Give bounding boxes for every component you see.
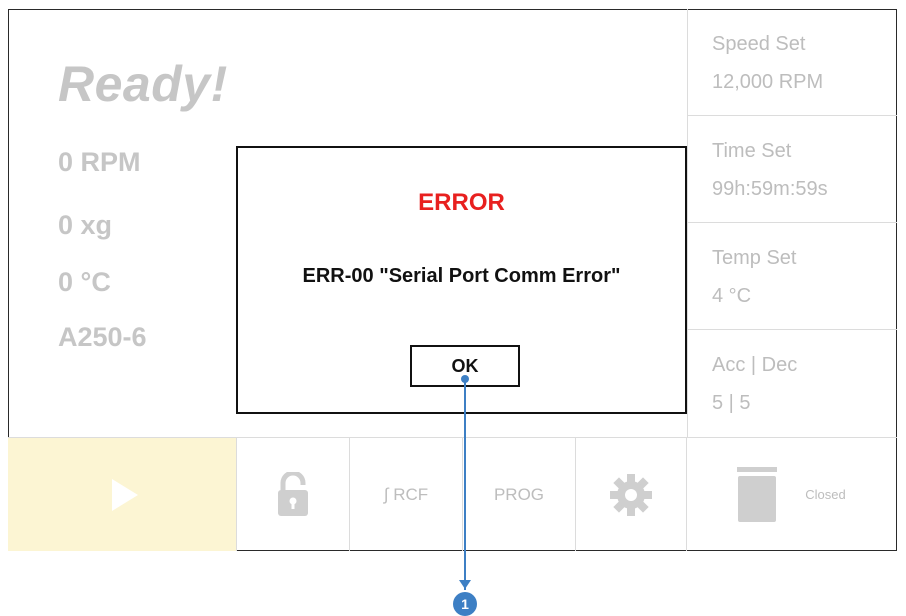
- program-button[interactable]: PROG: [463, 438, 576, 551]
- settings-button[interactable]: [576, 438, 687, 551]
- start-button[interactable]: [8, 438, 237, 551]
- rotor-readout: A250-6: [58, 322, 147, 352]
- acc-dec-value: 5 | 5: [712, 392, 751, 414]
- integral-rcf-button[interactable]: ∫ RCF: [350, 438, 463, 551]
- callout-line: [464, 378, 466, 590]
- speed-set-label: Speed Set: [712, 33, 806, 55]
- time-set-button[interactable]: Time Set 99h:59m:59s: [688, 116, 897, 223]
- program-label: PROG: [493, 484, 545, 504]
- temp-set-label: Temp Set: [712, 247, 797, 269]
- time-set-label: Time Set: [712, 140, 792, 162]
- time-set-value: 99h:59m:59s: [712, 178, 828, 200]
- gear-icon: [610, 473, 652, 516]
- lid-icon: [737, 466, 778, 522]
- error-dialog: ERROR ERR-00 "Serial Port Comm Error" OK: [236, 146, 687, 414]
- lid-lock-button[interactable]: [237, 438, 350, 551]
- bottom-toolbar: ∫ RCF PROG Closed: [8, 437, 897, 551]
- lid-status-label: Closed: [805, 487, 846, 502]
- speed-set-button[interactable]: Speed Set 12,000 RPM: [688, 9, 897, 116]
- settings-panel: Speed Set 12,000 RPM Time Set 99h:59m:59…: [687, 9, 897, 437]
- callout-badge: 1: [453, 592, 477, 616]
- play-icon: [112, 478, 138, 511]
- error-message: ERR-00 "Serial Port Comm Error": [302, 265, 621, 287]
- speed-set-value: 12,000 RPM: [712, 71, 824, 93]
- temp-set-button[interactable]: Temp Set 4 °C: [688, 223, 897, 330]
- acc-dec-label: Acc | Dec: [712, 354, 798, 376]
- speed-readout: 0 RPM: [58, 147, 141, 177]
- temp-set-value: 4 °C: [712, 285, 752, 307]
- acc-dec-button[interactable]: Acc | Dec 5 | 5: [688, 330, 897, 437]
- rcf-readout: 0 xg: [58, 210, 113, 240]
- callout-dot: [461, 375, 469, 383]
- status-title: Ready!: [58, 56, 228, 112]
- lid-status: Closed: [687, 438, 896, 551]
- error-title: ERROR: [418, 189, 505, 216]
- temperature-readout: 0 °C: [58, 267, 111, 297]
- callout-arrow: [459, 580, 471, 589]
- unlock-icon: [278, 471, 308, 516]
- integral-rcf-label: ∫ RCF: [383, 484, 429, 504]
